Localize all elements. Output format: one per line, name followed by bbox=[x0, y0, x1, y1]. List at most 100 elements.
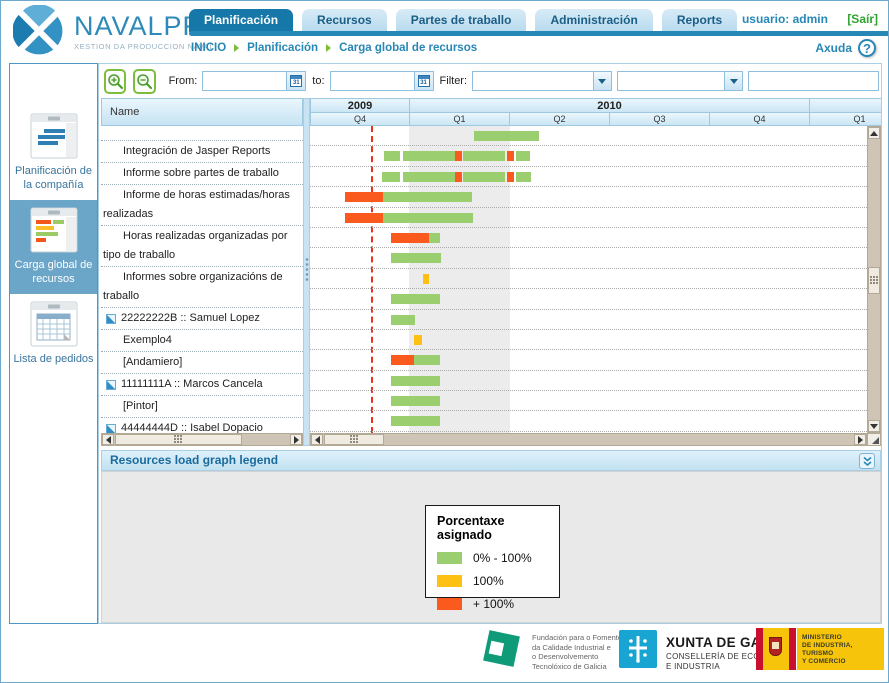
gantt-bar-segment bbox=[403, 151, 455, 161]
collapse-legend-button[interactable] bbox=[859, 453, 875, 469]
tab-administracion[interactable]: Administración bbox=[535, 9, 652, 32]
gantt-bar-segment bbox=[382, 172, 400, 182]
scroll-down-button[interactable] bbox=[868, 420, 880, 432]
breadcrumb-item-carga-global-de-recursos[interactable]: Carga global de recursos bbox=[339, 42, 477, 54]
from-date-input[interactable] bbox=[203, 72, 286, 90]
gantt-bar-row bbox=[310, 350, 867, 370]
legend-item: 100% bbox=[437, 574, 559, 588]
gantt-bar-row bbox=[310, 411, 867, 431]
scroll-left-button[interactable] bbox=[311, 434, 323, 445]
gantt-bar-segment bbox=[391, 315, 415, 325]
filter-text-input[interactable] bbox=[748, 71, 879, 91]
sidebar-item-lista-de-pedidos[interactable]: Lista de pedidos bbox=[10, 294, 97, 374]
gantt-task-row[interactable]: Informes sobre organizacións de traballo bbox=[101, 267, 303, 308]
spain-coat-of-arms-icon bbox=[763, 628, 789, 670]
help-label[interactable]: Axuda bbox=[815, 41, 852, 55]
gantt-bar-row bbox=[310, 228, 867, 248]
from-calendar-button[interactable]: 31 bbox=[286, 72, 305, 90]
sidebar-item-carga-global-de-recursos[interactable]: Carga global de recursos bbox=[10, 200, 97, 294]
gantt-bar-row bbox=[310, 248, 867, 268]
names-horizontal-scrollbar[interactable] bbox=[101, 433, 303, 446]
scrollbar-thumb[interactable] bbox=[115, 434, 242, 445]
scroll-right-button[interactable] bbox=[854, 434, 866, 445]
gantt-task-row[interactable]: [Andamiero] bbox=[101, 352, 303, 374]
gantt-bar-segment bbox=[391, 355, 414, 365]
filter-select-2[interactable] bbox=[617, 71, 743, 91]
gantt-bar-segment bbox=[391, 396, 440, 406]
gantt-chart-body bbox=[310, 126, 867, 433]
gantt-splitter-handle[interactable] bbox=[303, 98, 310, 446]
gantt-bar-segment bbox=[516, 172, 531, 182]
tab-reports[interactable]: Reports bbox=[662, 9, 737, 32]
ministerio-text: MINISTERIODE INDUSTRIA, TURISMOY COMERCI… bbox=[797, 628, 884, 670]
collapse-icon[interactable] bbox=[106, 380, 116, 390]
gantt-task-row[interactable]: Integración de Jasper Reports bbox=[101, 141, 303, 163]
to-date-box: 31 bbox=[330, 71, 434, 91]
tab-planificacion[interactable]: Planificación bbox=[189, 9, 293, 32]
filter-select-2-value bbox=[618, 72, 724, 90]
gantt-resource-row[interactable]: 22222222B :: Samuel Lopez bbox=[101, 308, 303, 330]
timeline-vertical-scrollbar[interactable] bbox=[867, 126, 881, 433]
double-chevron-down-icon bbox=[862, 456, 873, 467]
gantt-task-row[interactable]: Informe de horas estimadas/horas realiza… bbox=[101, 185, 303, 226]
gantt-bar-segment bbox=[414, 335, 422, 345]
legend-swatch bbox=[437, 575, 462, 587]
gantt-bar-rows bbox=[310, 126, 867, 433]
zoom-in-button[interactable] bbox=[104, 69, 126, 94]
gantt-task-row[interactable]: Horas realizadas organizadas por tipo de… bbox=[101, 226, 303, 267]
zoom-out-button[interactable] bbox=[133, 69, 155, 94]
timeline-quarter-cell: Q4 bbox=[710, 113, 810, 126]
collapse-icon[interactable] bbox=[106, 314, 116, 324]
filter-select-1[interactable] bbox=[472, 71, 612, 91]
gantt-bar-row bbox=[310, 167, 867, 187]
scrollbar-thumb[interactable] bbox=[868, 267, 880, 294]
sidebar-item-label: Lista de pedidos bbox=[10, 352, 97, 366]
gantt-bar-segment bbox=[507, 151, 514, 161]
chevron-down-icon[interactable] bbox=[593, 72, 611, 90]
gantt-bar-segment bbox=[391, 233, 429, 243]
timeline-horizontal-scrollbar[interactable] bbox=[310, 433, 867, 446]
to-date-input[interactable] bbox=[331, 72, 414, 90]
scroll-left-button[interactable] bbox=[102, 434, 114, 445]
timeline-quarter-cell: Q1 bbox=[410, 113, 510, 126]
name-column-header: Name bbox=[101, 98, 303, 126]
gantt-bar-row bbox=[310, 269, 867, 289]
gantt-task-row[interactable]: [Pintor] bbox=[101, 396, 303, 418]
gantt-bar-row bbox=[310, 391, 867, 411]
legend-header-title: Resources load graph legend bbox=[110, 453, 278, 467]
scroll-right-button[interactable] bbox=[290, 434, 302, 445]
tab-partes-de-traballo[interactable]: Partes de traballo bbox=[396, 9, 527, 32]
legend-swatch bbox=[437, 552, 462, 564]
gantt-task-row[interactable]: Informe sobre partes de traballo bbox=[101, 163, 303, 185]
resource-name: 11111111A :: Marcos Cancela bbox=[121, 375, 263, 394]
legend-title: Porcentaxe asignado bbox=[437, 514, 559, 542]
from-date-box: 31 bbox=[202, 71, 306, 91]
gantt-bar-segment bbox=[455, 172, 462, 182]
sidebar: Planificación de la compañíaCarga global… bbox=[9, 63, 98, 624]
gantt-bar-segment bbox=[516, 151, 530, 161]
legend-item: + 100% bbox=[437, 597, 559, 611]
scrollbar-thumb[interactable] bbox=[324, 434, 384, 445]
gantt-bar-segment bbox=[403, 172, 455, 182]
help-icon[interactable]: ? bbox=[858, 39, 876, 57]
to-calendar-button[interactable]: 31 bbox=[414, 72, 433, 90]
breadcrumb-item-inicio[interactable]: INICIO bbox=[191, 42, 226, 54]
gantt-bar-row bbox=[310, 146, 867, 166]
logout-link[interactable]: [Saír] bbox=[847, 12, 878, 26]
fundacion-text-line: Tecnolóxico de Galicia bbox=[532, 662, 622, 672]
ministerio-logo-block: MINISTERIODE INDUSTRIA, TURISMOY COMERCI… bbox=[756, 628, 884, 670]
fundacion-text-line: Fundación para o Fomento bbox=[532, 633, 622, 643]
sidebar-item-planificacion-de-la-compania[interactable]: Planificación de la compañía bbox=[10, 106, 97, 200]
gantt-resource-row[interactable]: 11111111A :: Marcos Cancela bbox=[101, 374, 303, 396]
scroll-up-button[interactable] bbox=[868, 127, 880, 139]
gantt-task-row[interactable]: Exemplo4 bbox=[101, 330, 303, 352]
ministerio-text-line: Y COMERCIO bbox=[802, 658, 884, 666]
chevron-down-icon[interactable] bbox=[724, 72, 742, 90]
breadcrumb-item-planificacion[interactable]: Planificación bbox=[247, 42, 318, 54]
breadcrumb-arrow-icon bbox=[234, 44, 239, 52]
gantt-bar-segment bbox=[463, 172, 505, 182]
collapse-icon[interactable] bbox=[106, 424, 116, 434]
gantt-bar-row bbox=[310, 187, 867, 207]
gantt-resource-row[interactable]: 44444444D :: Isabel Dopacio bbox=[101, 418, 303, 433]
tab-recursos[interactable]: Recursos bbox=[302, 9, 387, 32]
